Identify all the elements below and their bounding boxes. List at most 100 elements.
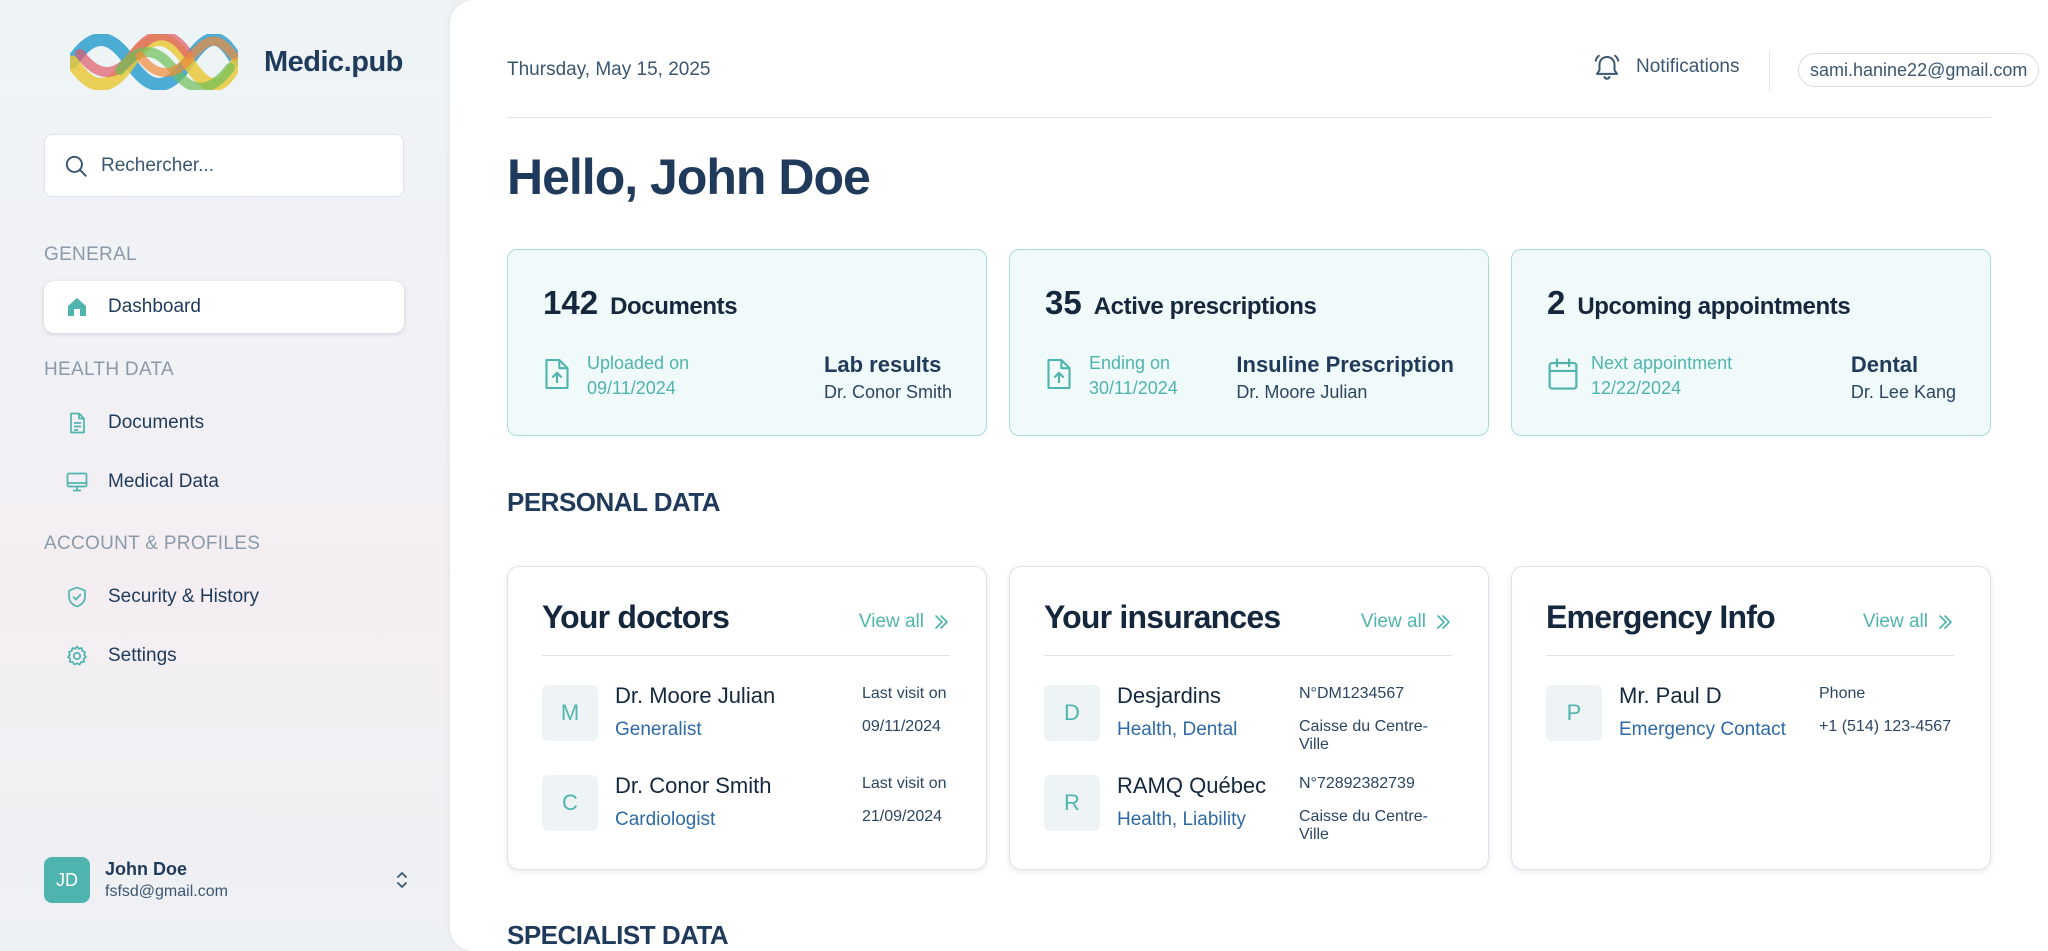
row-meta: Caisse du Centre-Ville: [1299, 808, 1428, 843]
stat-detail: Dr. Moore Julian: [1236, 382, 1368, 402]
brand-name: Medic.pub: [264, 45, 403, 78]
brand[interactable]: Medic.pub: [70, 34, 403, 90]
sidebar-item-label: Dashboard: [108, 296, 201, 317]
stat-detail: Dr. Lee Kang: [1850, 382, 1956, 402]
stat-card-appointments[interactable]: 2 Upcoming appointments Next appointment…: [1511, 249, 1991, 436]
row-sub: Emergency Contact: [1619, 719, 1786, 740]
stat-card-prescriptions[interactable]: 35 Active prescriptions Ending on 30/11/…: [1009, 249, 1489, 436]
sidebar: Medic.pub GENERAL Dashboard HEALTH DATA …: [0, 0, 452, 951]
stat-card-documents[interactable]: 142 Documents Uploaded on 09/11/2024 Lab…: [507, 249, 987, 436]
card-title: Emergency Info: [1546, 599, 1776, 635]
gear-icon: [64, 643, 90, 669]
user-email: fsfsd@gmail.com: [105, 883, 228, 900]
card-title: Your doctors: [542, 599, 730, 635]
list-item[interactable]: C Dr. Conor Smith Cardiologist Last visi…: [542, 773, 952, 833]
nav-section-general: GENERAL: [44, 244, 137, 265]
stat-sub-value: 09/11/2024: [587, 378, 676, 398]
stat-sub-value: 12/22/2024: [1591, 378, 1682, 398]
sidebar-item-documents[interactable]: Documents: [44, 397, 404, 449]
view-all-insurances-link[interactable]: View all: [1361, 611, 1452, 633]
chevron-up-down-icon[interactable]: [390, 868, 414, 892]
list-item[interactable]: M Dr. Moore Julian Generalist Last visit…: [542, 683, 952, 743]
bell-icon: [1594, 54, 1620, 80]
user-profile[interactable]: JD John Doe fsfsd@gmail.com: [44, 856, 414, 904]
avatar: JD: [44, 857, 90, 903]
search-icon: [65, 155, 87, 177]
row-initial-badge: D: [1044, 685, 1100, 741]
divider: [1769, 50, 1770, 90]
file-upload-icon: [1047, 358, 1071, 390]
row-meta: Caisse du Centre-Ville: [1299, 718, 1428, 753]
search-box[interactable]: [44, 134, 404, 197]
list-item[interactable]: P Mr. Paul D Emergency Contact Phone +1 …: [1546, 683, 1956, 743]
account-email-badge[interactable]: sami.hanine22@gmail.com: [1798, 53, 2040, 87]
list-item[interactable]: R RAMQ Québec Health, Liability N°728923…: [1044, 773, 1454, 843]
view-all-label: View all: [858, 611, 924, 632]
divider: [542, 655, 950, 656]
row-sub: Health, Liability: [1117, 809, 1246, 830]
stat-title: Insuline Prescription: [1236, 352, 1454, 377]
chevron-double-right-icon: [1437, 615, 1450, 629]
stat-count: 142: [543, 284, 599, 321]
user-name: John Doe: [105, 859, 188, 879]
section-title-specialist: SPECIALIST DATA: [507, 920, 729, 950]
stat-label: Documents: [610, 293, 738, 320]
section-title-personal: PERSONAL DATA: [507, 487, 721, 517]
emergency-card: Emergency Info View all P Mr. Paul D Eme…: [1511, 566, 1991, 870]
row-meta: N°DM1234567: [1299, 685, 1405, 702]
logo-icon: [70, 34, 238, 90]
row-meta: Phone: [1819, 685, 1866, 702]
row-name: Desjardins: [1117, 683, 1221, 708]
row-meta: Last visit on: [862, 685, 947, 702]
row-initial-badge: R: [1044, 775, 1100, 831]
row-name: Dr. Moore Julian: [615, 683, 776, 708]
stat-count: 35: [1045, 284, 1082, 321]
view-all-emergency-link[interactable]: View all: [1863, 611, 1954, 633]
sidebar-item-settings[interactable]: Settings: [44, 630, 404, 682]
row-initial-badge: P: [1546, 685, 1602, 741]
search-input[interactable]: [101, 154, 381, 177]
notifications-label: Notifications: [1636, 56, 1740, 77]
calendar-icon: [1548, 358, 1578, 390]
topbar: Thursday, May 15, 2025 Notifications sam…: [507, 0, 2040, 118]
stat-sub-value: 30/11/2024: [1089, 378, 1178, 398]
row-sub: Health, Dental: [1117, 719, 1238, 740]
list-item[interactable]: D Desjardins Health, Dental N°DM1234567 …: [1044, 683, 1454, 753]
nav-section-account: ACCOUNT & PROFILES: [44, 533, 261, 554]
stat-detail: Dr. Conor Smith: [823, 382, 952, 402]
stat-count: 2: [1547, 284, 1566, 321]
notifications-button[interactable]: Notifications: [1592, 52, 1740, 82]
sidebar-item-medical-data[interactable]: Medical Data: [44, 456, 404, 508]
row-sub: Generalist: [615, 719, 702, 740]
row-meta: 09/11/2024: [862, 718, 941, 735]
sidebar-item-security[interactable]: Security & History: [44, 571, 404, 623]
stat-sub-label: Ending on: [1089, 353, 1171, 373]
main-content: Thursday, May 15, 2025 Notifications sam…: [450, 0, 2048, 951]
view-all-label: View all: [1862, 611, 1928, 632]
row-name: Dr. Conor Smith: [615, 773, 772, 798]
sidebar-item-label: Security & History: [108, 586, 259, 607]
stat-sub-label: Uploaded on: [587, 353, 690, 373]
card-title: Your insurances: [1044, 599, 1281, 635]
insurances-card: Your insurances View all D Desjardins He…: [1009, 566, 1489, 870]
row-name: Mr. Paul D: [1619, 683, 1722, 708]
nav-section-health-data: HEALTH DATA: [44, 359, 174, 380]
stat-title: Dental: [1850, 352, 1919, 377]
row-initial-badge: C: [542, 775, 598, 831]
row-initial-badge: M: [542, 685, 598, 741]
stat-label: Upcoming appointments: [1577, 293, 1851, 320]
chevron-double-right-icon: [1939, 615, 1952, 629]
chevron-double-right-icon: [935, 615, 948, 629]
row-meta: Last visit on: [862, 775, 947, 792]
monitor-icon: [64, 469, 90, 495]
view-all-doctors-link[interactable]: View all: [859, 611, 950, 633]
shield-icon: [64, 584, 90, 610]
row-meta: N°72892382739: [1299, 775, 1415, 792]
stat-label: Active prescriptions: [1093, 293, 1317, 320]
row-sub: Cardiologist: [615, 809, 716, 830]
sidebar-item-label: Medical Data: [108, 471, 219, 492]
row-meta: 21/09/2024: [862, 808, 943, 825]
document-icon: [64, 410, 90, 436]
divider: [1546, 655, 1954, 656]
sidebar-item-dashboard[interactable]: Dashboard: [44, 281, 404, 333]
